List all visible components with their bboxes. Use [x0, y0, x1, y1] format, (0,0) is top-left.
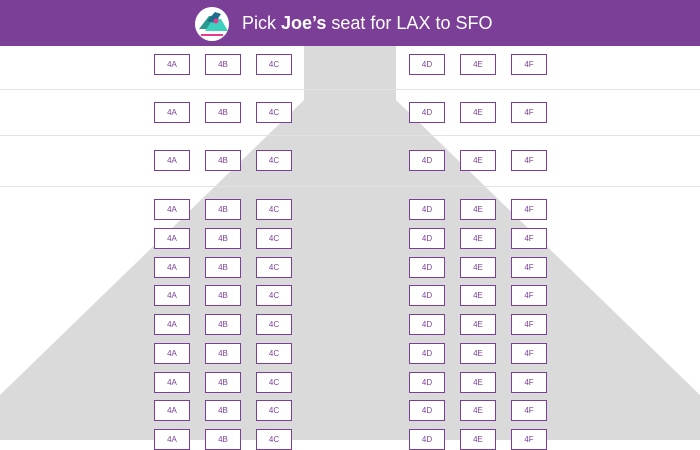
- seat-4c[interactable]: 4C: [256, 285, 292, 306]
- seat-4d[interactable]: 4D: [409, 54, 445, 75]
- seat-4c[interactable]: 4C: [256, 343, 292, 364]
- seat-4b[interactable]: 4B: [205, 150, 241, 171]
- title-suffix: seat for LAX to SFO: [326, 13, 493, 33]
- seat-4f[interactable]: 4F: [511, 343, 547, 364]
- seat-4f[interactable]: 4F: [511, 228, 547, 249]
- seat-4f[interactable]: 4F: [511, 54, 547, 75]
- seat-4b[interactable]: 4B: [205, 228, 241, 249]
- seat-4f[interactable]: 4F: [511, 314, 547, 335]
- seat-4f[interactable]: 4F: [511, 150, 547, 171]
- seat-4e[interactable]: 4E: [460, 314, 496, 335]
- seat-4a[interactable]: 4A: [154, 372, 190, 393]
- row-divider: [0, 89, 700, 90]
- seat-4b[interactable]: 4B: [205, 54, 241, 75]
- seat-4f[interactable]: 4F: [511, 400, 547, 421]
- page-title: Pick Joe’s seat for LAX to SFO: [242, 11, 492, 35]
- seat-4e[interactable]: 4E: [460, 199, 496, 220]
- seat-4c[interactable]: 4C: [256, 314, 292, 335]
- seat-4c[interactable]: 4C: [256, 150, 292, 171]
- seat-4d[interactable]: 4D: [409, 257, 445, 278]
- seat-4a[interactable]: 4A: [154, 228, 190, 249]
- seat-4d[interactable]: 4D: [409, 199, 445, 220]
- seat-4a[interactable]: 4A: [154, 257, 190, 278]
- seat-4f[interactable]: 4F: [511, 102, 547, 123]
- seat-4b[interactable]: 4B: [205, 102, 241, 123]
- seat-4c[interactable]: 4C: [256, 257, 292, 278]
- seat-4c[interactable]: 4C: [256, 228, 292, 249]
- title-prefix: Pick: [242, 13, 282, 33]
- row-divider: [0, 135, 700, 136]
- seat-4a[interactable]: 4A: [154, 343, 190, 364]
- airplane-silhouette: [0, 46, 700, 440]
- seat-4d[interactable]: 4D: [409, 102, 445, 123]
- seat-4b[interactable]: 4B: [205, 343, 241, 364]
- seat-4a[interactable]: 4A: [154, 285, 190, 306]
- header-bar: Pick Joe’s seat for LAX to SFO: [0, 0, 700, 46]
- seat-4d[interactable]: 4D: [409, 285, 445, 306]
- seat-4b[interactable]: 4B: [205, 314, 241, 335]
- seat-4d[interactable]: 4D: [409, 400, 445, 421]
- seat-4f[interactable]: 4F: [511, 199, 547, 220]
- seat-4b[interactable]: 4B: [205, 257, 241, 278]
- seat-4e[interactable]: 4E: [460, 228, 496, 249]
- seat-4b[interactable]: 4B: [205, 285, 241, 306]
- seat-4f[interactable]: 4F: [511, 285, 547, 306]
- seat-4e[interactable]: 4E: [460, 54, 496, 75]
- seat-4a[interactable]: 4A: [154, 400, 190, 421]
- seat-4c[interactable]: 4C: [256, 400, 292, 421]
- seat-4e[interactable]: 4E: [460, 400, 496, 421]
- airplane-tail-logo-icon: [195, 7, 229, 41]
- seat-4e[interactable]: 4E: [460, 150, 496, 171]
- seat-4c[interactable]: 4C: [256, 199, 292, 220]
- seat-4b[interactable]: 4B: [205, 400, 241, 421]
- seat-4c[interactable]: 4C: [256, 102, 292, 123]
- seat-4a[interactable]: 4A: [154, 150, 190, 171]
- seat-4b[interactable]: 4B: [205, 199, 241, 220]
- seat-4e[interactable]: 4E: [460, 372, 496, 393]
- seat-4a[interactable]: 4A: [154, 199, 190, 220]
- seat-4d[interactable]: 4D: [409, 150, 445, 171]
- seat-4d[interactable]: 4D: [409, 228, 445, 249]
- seat-4c[interactable]: 4C: [256, 54, 292, 75]
- seat-4f[interactable]: 4F: [511, 372, 547, 393]
- row-divider: [0, 186, 700, 187]
- seat-4c[interactable]: 4C: [256, 372, 292, 393]
- seat-4f[interactable]: 4F: [511, 257, 547, 278]
- seat-4a[interactable]: 4A: [154, 314, 190, 335]
- seat-4a[interactable]: 4A: [154, 54, 190, 75]
- seat-4e[interactable]: 4E: [460, 285, 496, 306]
- seat-4d[interactable]: 4D: [409, 343, 445, 364]
- seat-4e[interactable]: 4E: [460, 343, 496, 364]
- seat-4d[interactable]: 4D: [409, 372, 445, 393]
- seat-4a[interactable]: 4A: [154, 102, 190, 123]
- seat-4e[interactable]: 4E: [460, 257, 496, 278]
- seat-4d[interactable]: 4D: [409, 314, 445, 335]
- seat-4e[interactable]: 4E: [460, 102, 496, 123]
- seat-4b[interactable]: 4B: [205, 372, 241, 393]
- passenger-name: Joe’s: [281, 13, 327, 33]
